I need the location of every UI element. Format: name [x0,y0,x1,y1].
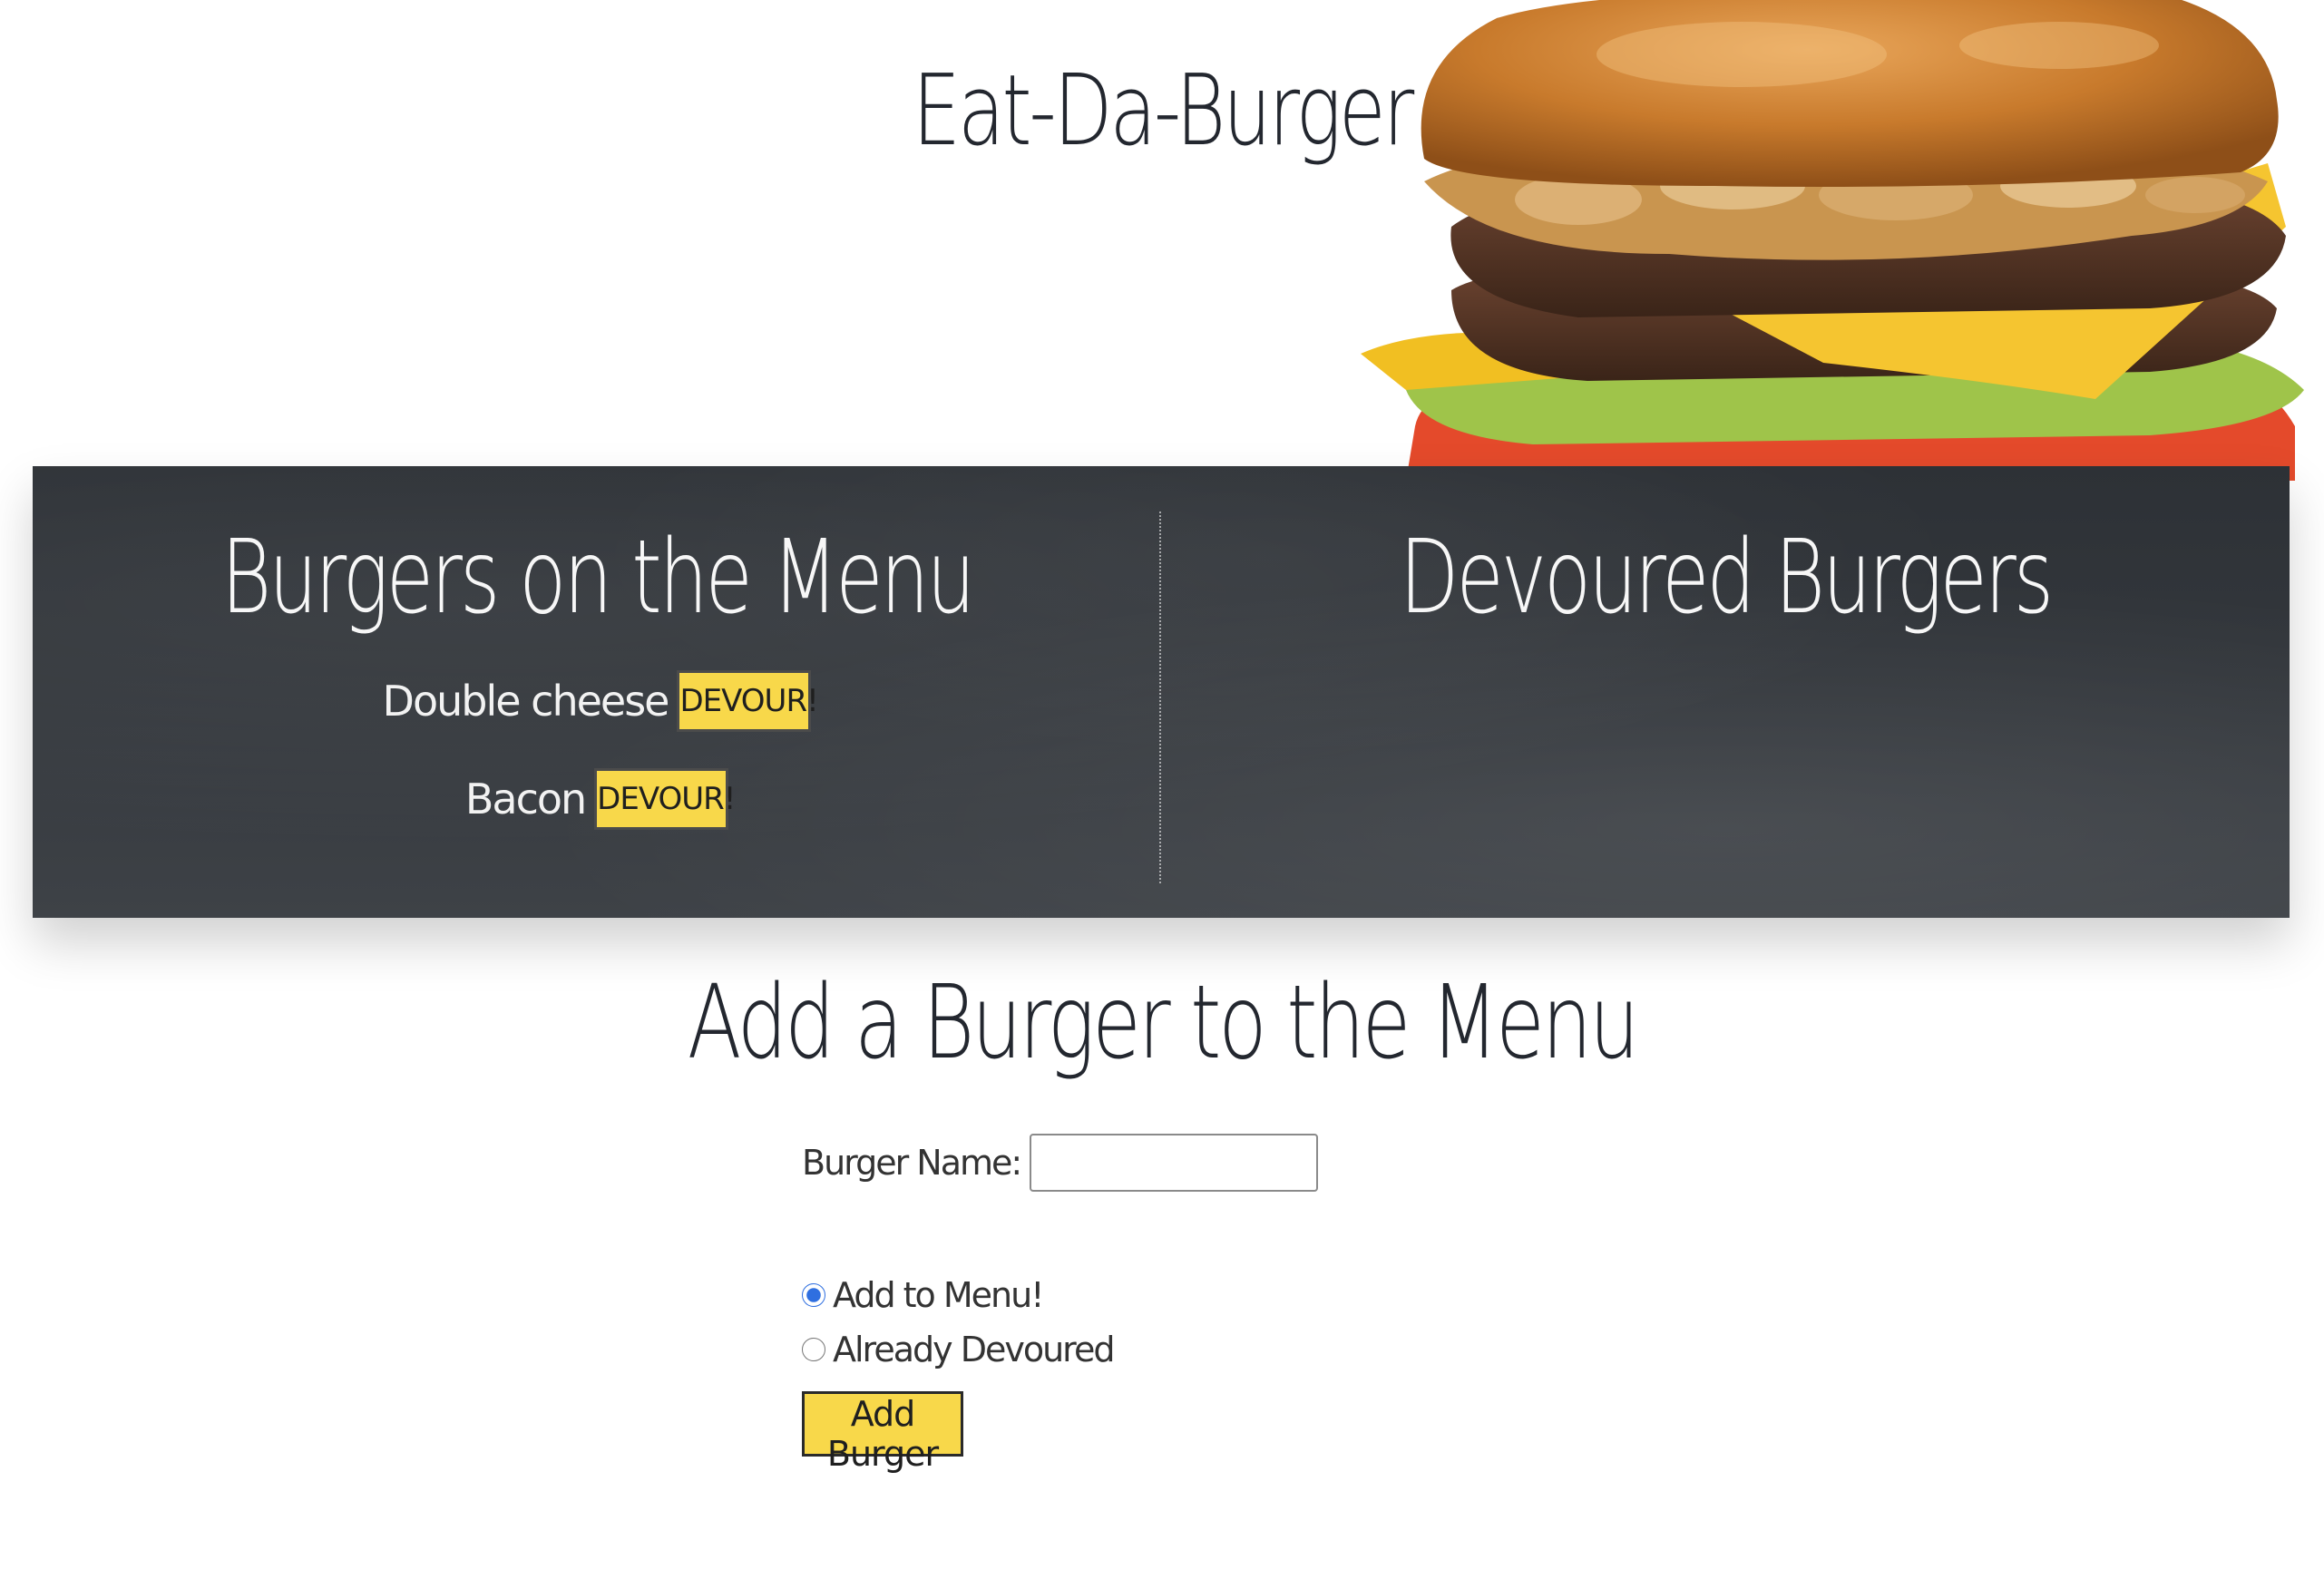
radio-label: Already Devoured [833,1330,1115,1369]
radio-already-devoured[interactable] [802,1338,825,1361]
page: Eat-Da-Burger Burgers on the Menu Double… [0,0,2324,1569]
devour-button[interactable]: DEVOUR! [594,768,736,830]
add-burger-form: Burger Name: Add to Menu! Already Devour… [802,1134,1618,1478]
chalkboard-panel: Burgers on the Menu Double cheese DEVOUR… [33,466,2290,918]
menu-item: Double cheese DEVOUR! [33,670,1161,732]
burger-name-label: Burger Name: [802,1143,1022,1183]
radio-option-add-to-menu[interactable]: Add to Menu! [802,1275,1044,1315]
form-heading: Add a Burger to the Menu [687,964,1640,1082]
menu-item-name: Bacon [464,775,587,823]
radio-add-to-menu[interactable] [802,1283,825,1307]
menu-heading: Burgers on the Menu [220,519,976,637]
burger-name-input[interactable] [1030,1134,1319,1192]
devour-button[interactable]: DEVOUR! [677,670,819,732]
burger-name-row: Burger Name: [802,1134,1319,1192]
add-burger-button[interactable]: Add Burger [802,1391,963,1474]
menu-column: Burgers on the Menu Double cheese DEVOUR… [33,466,1161,918]
devoured-heading: Devoured Burgers [1399,519,2054,637]
devoured-column: Devoured Burgers [1161,466,2290,918]
menu-item-name: Double cheese [382,677,670,726]
radio-label: Add to Menu! [833,1275,1044,1315]
radio-option-already-devoured[interactable]: Already Devoured [802,1330,1115,1369]
menu-item: Bacon DEVOUR! [33,768,1161,830]
menu-list: Double cheese DEVOUR! Bacon DEVOUR! [33,670,1161,866]
burger-image [1352,0,2313,481]
